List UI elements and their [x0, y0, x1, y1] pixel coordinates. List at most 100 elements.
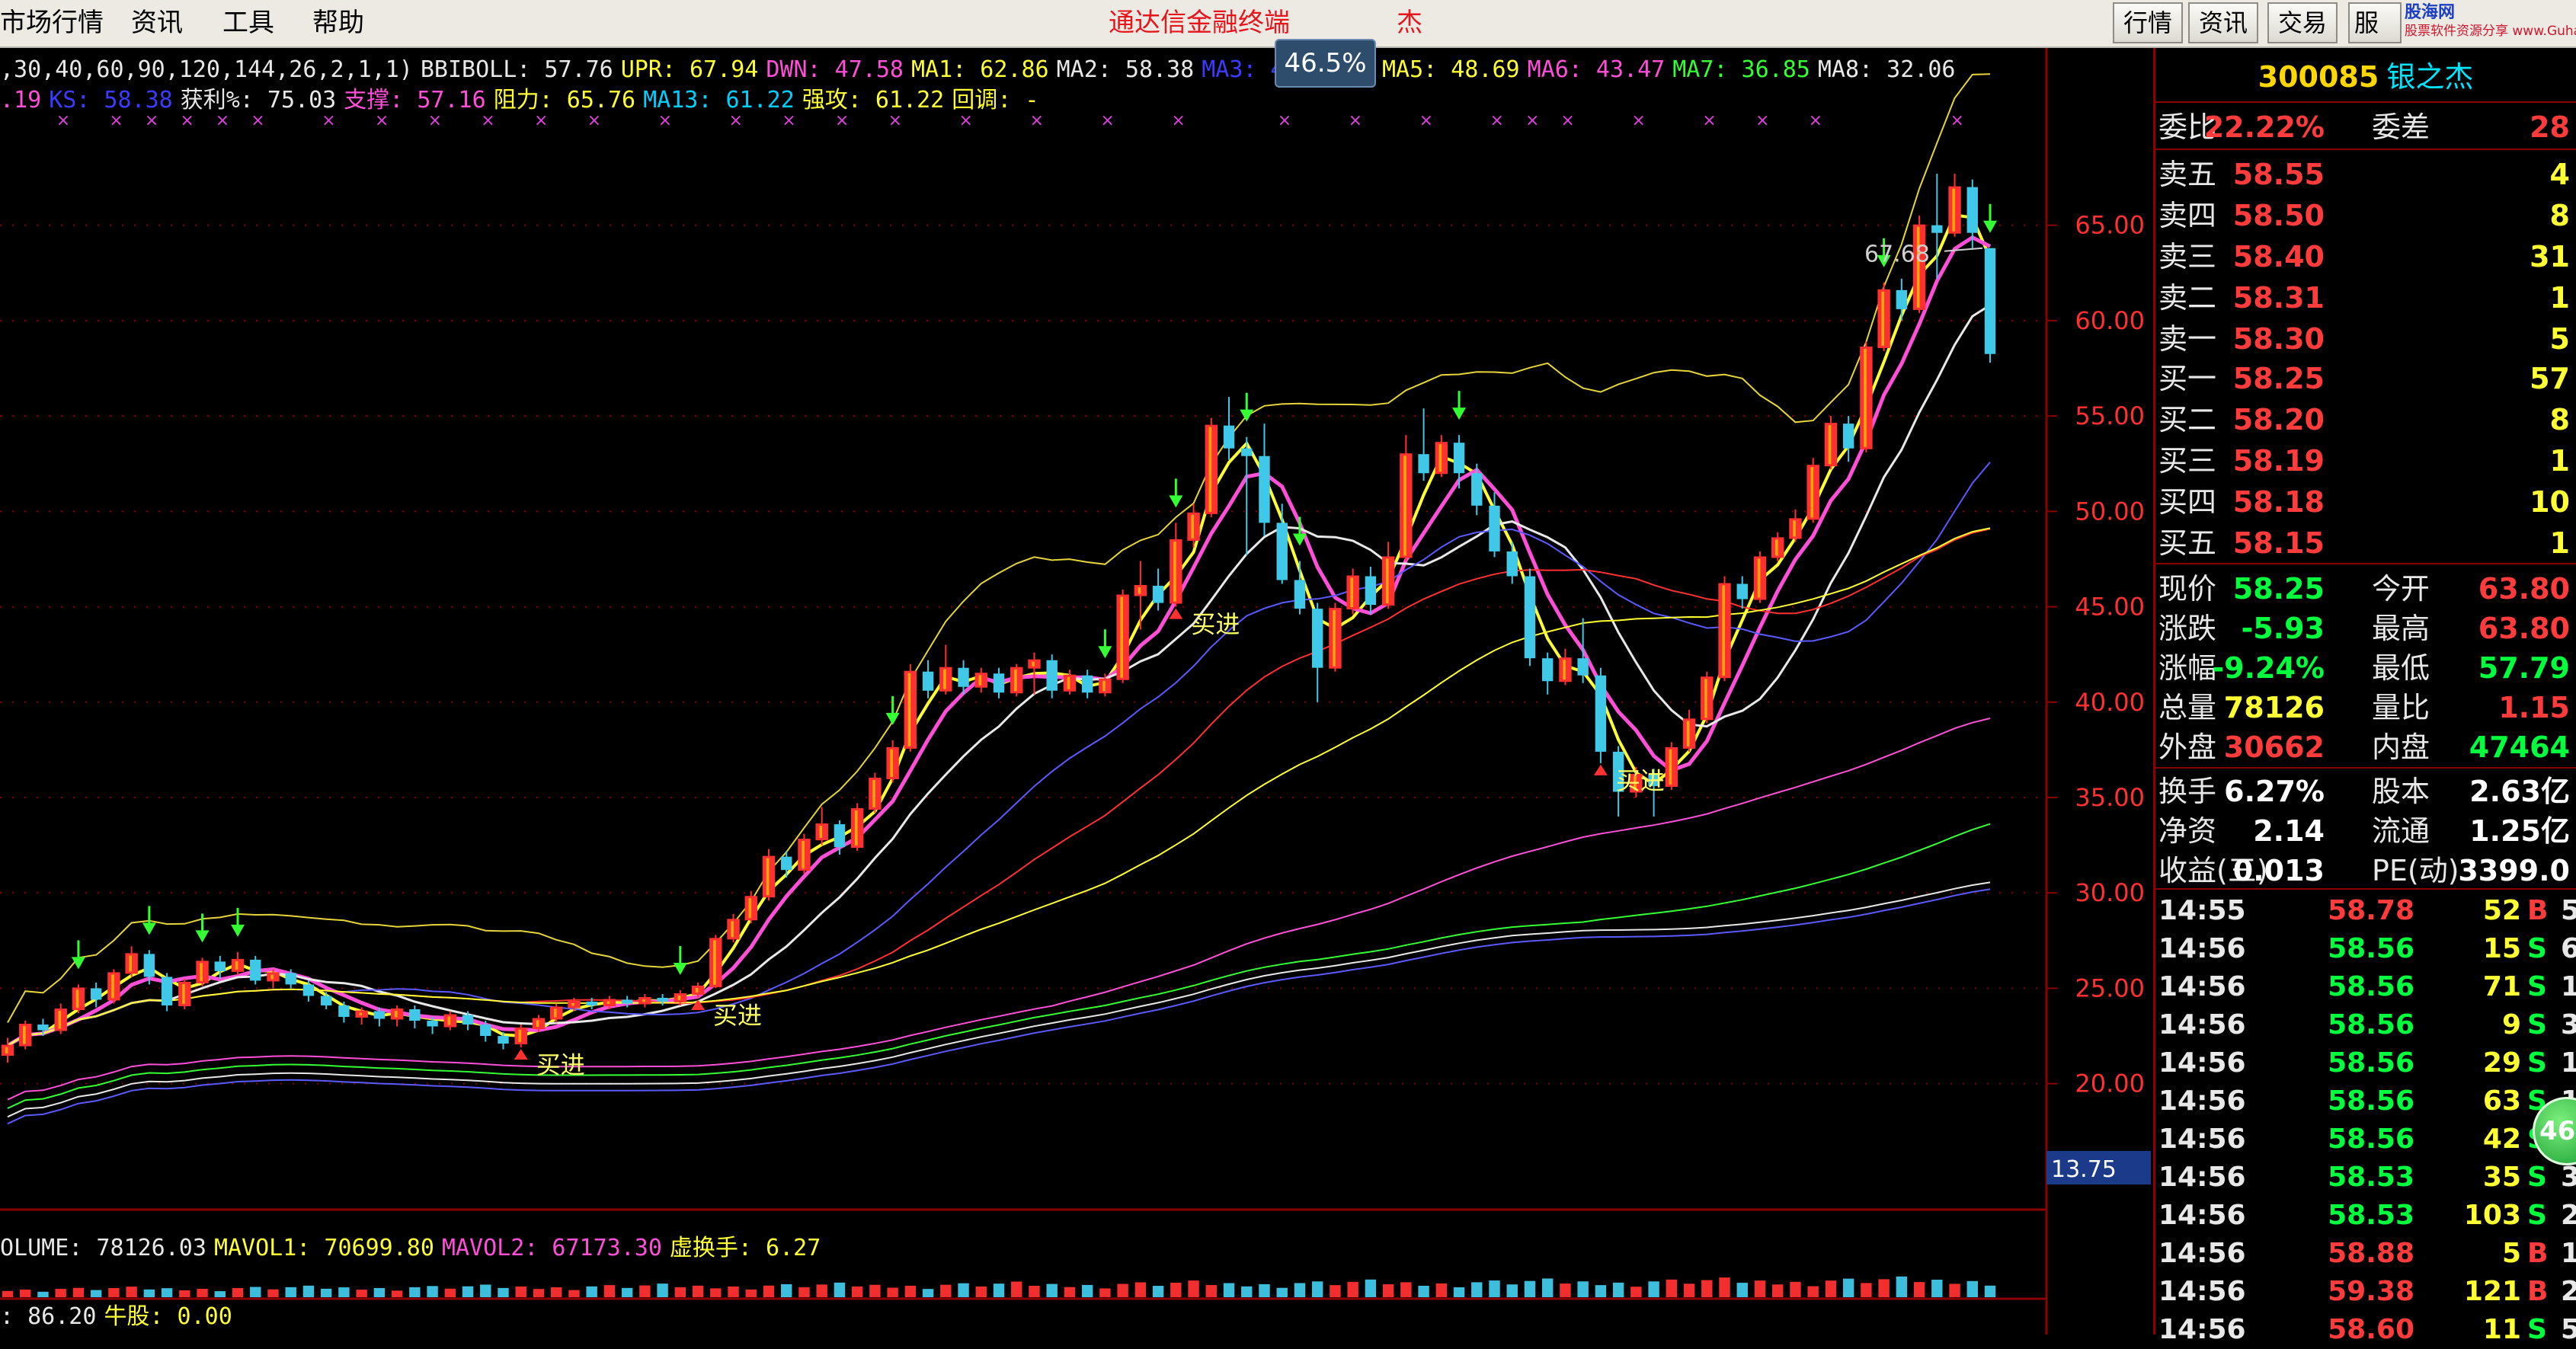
quote-value-2: 63.80: [2478, 612, 2570, 645]
tick-row[interactable]: 14:56 58.56 15 S 6: [2155, 930, 2576, 968]
quote-value: 58.25: [2232, 572, 2325, 606]
ask-row[interactable]: 卖五 58.55 4: [2155, 155, 2576, 194]
tick-row[interactable]: 14:5658.5663S12: [2155, 1082, 2576, 1120]
bid-volume: 1: [2549, 444, 2570, 478]
trade-button[interactable]: 交易: [2267, 2, 2338, 43]
quote-row[interactable]: 现价 58.25 今开 63.80: [2155, 569, 2576, 609]
tick-row[interactable]: 14:56 59.38 121B 20: [2155, 1273, 2576, 1311]
tick-row[interactable]: 14:55 58.78 52 B 5: [2155, 892, 2576, 930]
quote-row[interactable]: 涨幅 -9.24% 最低 57.79: [2155, 648, 2576, 688]
tick-t: 14:56: [2158, 933, 2246, 964]
candle-down: [373, 1011, 386, 1019]
bid-row[interactable]: 买二 58.20 8: [2155, 400, 2576, 440]
bid-row[interactable]: 买四 58.18 10: [2155, 482, 2576, 522]
x-marker: ×: [1419, 111, 1433, 130]
candle-up-highlight: [200, 963, 203, 981]
bid-row[interactable]: 买五 58.15 1: [2155, 523, 2576, 563]
stats-row[interactable]: 换手 6.27% 股本 2.63亿: [2155, 772, 2576, 811]
volume-bar: [1719, 1277, 1730, 1297]
candle-up-highlight: [536, 1020, 539, 1028]
bid-volume: 8: [2549, 403, 2570, 436]
service-button[interactable]: 服务: [2348, 2, 2402, 43]
candle-down: [1524, 576, 1536, 659]
tick-row[interactable]: 14:56 58.53 35 S 3: [2155, 1159, 2576, 1197]
volume-bar: [1400, 1282, 1412, 1297]
bid-row[interactable]: 买一 58.25 57: [2155, 359, 2576, 398]
x-marker: ×: [1755, 111, 1769, 130]
candle-up-highlight: [270, 974, 274, 980]
quote-row[interactable]: 外盘 30662 内盘 47464: [2155, 727, 2576, 767]
volume-bar: [904, 1285, 917, 1297]
quote-row[interactable]: 涨跌 -5.93 最高 63.80: [2155, 609, 2576, 648]
candle-up-highlight: [1333, 610, 1336, 667]
volume-bar: [444, 1288, 456, 1297]
volume-bar: [1754, 1280, 1766, 1297]
ask-price: 58.55: [2232, 158, 2325, 191]
tick-x: 6: [2561, 933, 2576, 964]
bid-row[interactable]: 买三 58.19 1: [2155, 441, 2576, 481]
bid-volume: 10: [2530, 485, 2570, 519]
tick-x: 17: [2561, 971, 2576, 1002]
ask-volume: 31: [2530, 240, 2570, 273]
tick-v: 42: [2482, 1124, 2521, 1155]
menu-tools[interactable]: 工具: [222, 6, 274, 40]
volume-bar: [1772, 1284, 1784, 1297]
candle-down: [214, 961, 226, 971]
y-tick-label: 30.00: [2075, 878, 2145, 907]
ask-row[interactable]: 卖二 58.31 1: [2155, 278, 2576, 318]
stats-value: 6.27%: [2224, 775, 2325, 808]
ask-row[interactable]: 卖四 58.50 8: [2155, 196, 2576, 235]
ask-label: 卖一: [2158, 322, 2217, 356]
quote-panel: 300085 银之杰 委比 22.22% 委差 28 卖五 58.55 4 卖四 58.5…: [2153, 48, 2576, 1345]
tick-row[interactable]: 14:56 58.53 103S 25: [2155, 1197, 2576, 1235]
bid-price: 58.25: [2232, 362, 2325, 395]
row1-10: MA7: 36.85: [1672, 56, 1810, 83]
tick-p: 58.88: [2328, 1238, 2414, 1269]
volume-bar: [674, 1287, 686, 1297]
ask-row[interactable]: 卖三 58.40 31: [2155, 237, 2576, 277]
volume-bar: [1453, 1287, 1465, 1297]
ma-line-20: [7, 462, 1991, 1047]
tick-t: 14:56: [2158, 1085, 2246, 1117]
tick-p: 58.53: [2328, 1200, 2414, 1231]
tick-row[interactable]: 14:56 58.56 71S 17: [2155, 968, 2576, 1006]
bid-label: 买三: [2158, 444, 2217, 478]
volume-bar: [958, 1283, 969, 1297]
quote-value-2: 63.80: [2478, 572, 2570, 606]
quote-label: 涨幅: [2158, 651, 2217, 685]
news-button[interactable]: 资讯: [2188, 2, 2258, 43]
stats-row[interactable]: 净资 2.14 流通 1.25亿: [2155, 811, 2576, 851]
kline-chart[interactable]: 买进买进买进买进× × × × × × × × × × × × × × × × × × × × × × × × × × × × × × × ×…: [0, 48, 2151, 1335]
ask-row[interactable]: 卖一 58.30 5: [2155, 319, 2576, 359]
tick-row[interactable]: 14:56 58.56 9 S 3: [2155, 1006, 2576, 1044]
candle-down: [250, 959, 261, 981]
tick-row[interactable]: 14:56 58.56 29S 10: [2155, 1044, 2576, 1082]
ma-line-3: [6, 213, 1992, 1047]
volume-bar: [214, 1291, 226, 1297]
candle-down: [1453, 443, 1465, 474]
stats-row[interactable]: 收益(三) 0.013 PE(动) 3399.0: [2155, 851, 2576, 890]
menu-news[interactable]: 资讯: [131, 6, 183, 40]
candle-down: [1595, 675, 1607, 752]
candle-up-highlight: [1032, 661, 1035, 667]
volume-bar: [1736, 1283, 1748, 1297]
volume-bar: [1931, 1280, 1943, 1297]
tick-t: 14:56: [2158, 1047, 2246, 1079]
stats-label: 换手: [2158, 775, 2217, 808]
tick-v: 35: [2482, 1162, 2521, 1193]
volume-bar: [1595, 1285, 1607, 1297]
tick-row[interactable]: 14:56 58.60 11 S 5: [2155, 1311, 2576, 1349]
candle-down: [480, 1025, 491, 1037]
quote-button[interactable]: 行情: [2113, 2, 2183, 43]
volume_row-2: MAVOL2: 67173.30: [441, 1235, 662, 1261]
stats-value: 2.14: [2253, 814, 2325, 848]
bid-volume: 57: [2530, 362, 2570, 395]
ma-line-5: [6, 235, 1992, 1047]
volume-bar: [1205, 1284, 1217, 1297]
candle-up-highlight: [553, 1009, 557, 1018]
tick-row[interactable]: 14:56 58.88 5 B 1: [2155, 1235, 2576, 1273]
tick-row[interactable]: 14:5658.5642S5: [2155, 1120, 2576, 1159]
menu-help[interactable]: 帮助: [312, 6, 364, 40]
quote-row[interactable]: 总量 78126 量比 1.15: [2155, 688, 2576, 727]
menu-market[interactable]: 市场行情: [0, 6, 104, 40]
